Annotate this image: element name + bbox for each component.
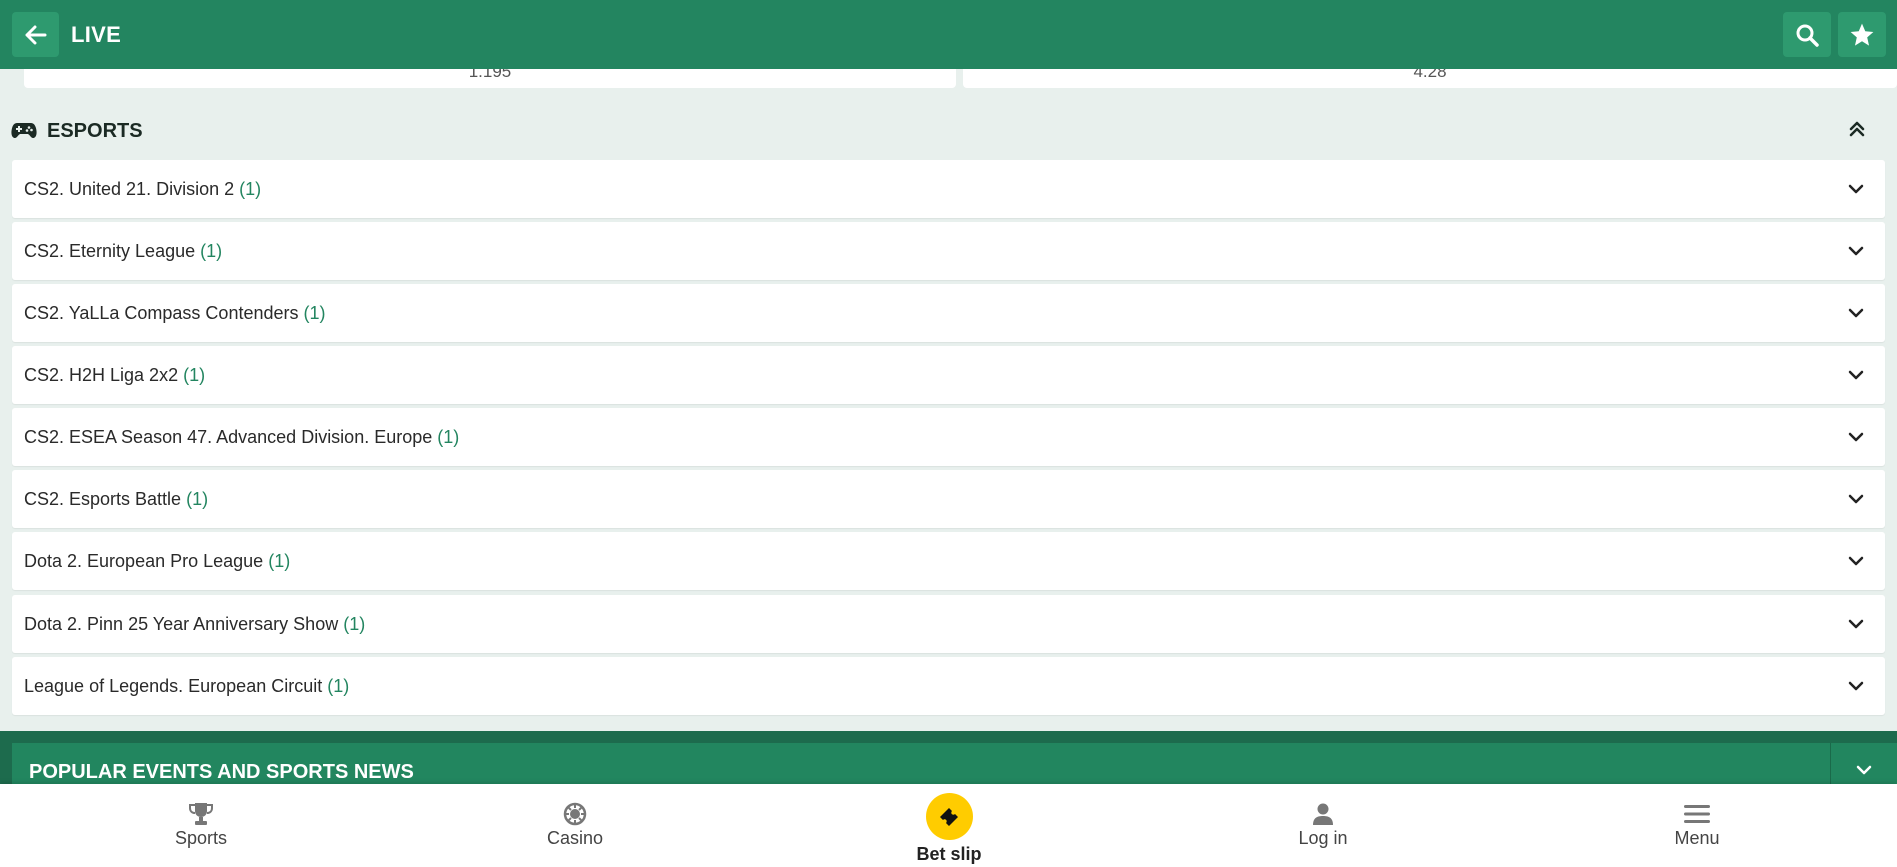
search-icon (1796, 24, 1819, 47)
favorites-button[interactable] (1838, 12, 1886, 57)
back-button[interactable] (12, 12, 59, 57)
event-count: (1) (200, 241, 223, 261)
nav-sports[interactable]: Sports (14, 784, 388, 867)
league-name: CS2. ESEA Season 47. Advanced Division. … (24, 427, 460, 447)
league-row[interactable]: CS2. Eternity League (1) (12, 222, 1885, 280)
league-row[interactable]: Dota 2. European Pro League (1) (12, 532, 1885, 590)
section-title: ESPORTS (47, 120, 143, 142)
league-name: Dota 2. European Pro League (1) (24, 551, 291, 571)
league-name: CS2. Eternity League (1) (24, 241, 223, 261)
search-button[interactable] (1783, 12, 1831, 57)
ticket-icon (940, 807, 958, 826)
league-row[interactable]: CS2. ESEA Season 47. Advanced Division. … (12, 408, 1885, 466)
nav-label: Sports (174, 828, 228, 848)
nav-login[interactable]: Log in (1136, 784, 1510, 867)
betslip-badge (925, 793, 973, 840)
trophy-icon (189, 803, 213, 825)
event-count: (1) (239, 179, 262, 199)
nav-casino[interactable]: Casino (388, 784, 762, 867)
league-row[interactable]: Dota 2. Pinn 25 Year Anniversary Show (1… (12, 595, 1885, 653)
gamepad-icon (11, 123, 37, 138)
double-chevron-up-icon[interactable] (1848, 120, 1866, 138)
chevron-down-icon (1848, 681, 1864, 691)
esports-section-header[interactable]: ESPORTS (0, 112, 1897, 150)
user-icon (1313, 803, 1333, 825)
chevron-down-icon (1848, 556, 1864, 566)
chevron-down-icon (1848, 494, 1864, 504)
chevron-down-icon (1848, 432, 1864, 442)
league-row[interactable]: CS2. United 21. Division 2 (1) (12, 160, 1885, 218)
casino-chip-icon (563, 802, 587, 826)
popular-events-title: POPULAR EVENTS AND SPORTS NEWS (29, 761, 414, 783)
chevron-down-icon (1848, 308, 1864, 318)
league-name: Dota 2. Pinn 25 Year Anniversary Show (1… (24, 614, 366, 634)
league-name: CS2. H2H Liga 2x2 (1) (24, 365, 206, 385)
event-count: (1) (327, 676, 350, 696)
chevron-down-icon (1848, 184, 1864, 194)
event-count: (1) (343, 614, 366, 634)
nav-betslip[interactable]: Bet slip (762, 784, 1136, 867)
nav-label: Log in (1298, 828, 1348, 848)
league-name: League of Legends. European Circuit (1) (24, 676, 350, 696)
star-icon (1850, 23, 1874, 46)
league-name: CS2. United 21. Division 2 (1) (24, 179, 262, 199)
league-name: CS2. YaLLa Compass Contenders (1) (24, 303, 326, 323)
event-count: (1) (303, 303, 326, 323)
nav-menu[interactable]: Menu (1510, 784, 1884, 867)
event-count: (1) (437, 427, 460, 447)
league-row[interactable]: CS2. YaLLa Compass Contenders (1) (12, 284, 1885, 342)
hamburger-icon (1684, 805, 1710, 823)
nav-label: Bet slip (916, 844, 982, 864)
chevron-down-icon (1848, 619, 1864, 629)
chevron-down-icon[interactable] (1855, 761, 1873, 779)
top-bar: LIVE (0, 0, 1897, 69)
page-title: LIVE (71, 22, 122, 47)
popular-events-section: POPULAR EVENTS AND SPORTS NEWS (0, 731, 1897, 803)
nav-label: Casino (546, 828, 604, 848)
league-row[interactable]: CS2. Esports Battle (1) (12, 470, 1885, 528)
nav-label: Menu (1674, 828, 1720, 848)
bottom-navigation: Sports Casino Bet slip Log in Menu (0, 784, 1897, 867)
league-row[interactable]: League of Legends. European Circuit (1) (12, 657, 1885, 715)
league-row[interactable]: CS2. H2H Liga 2x2 (1) (12, 346, 1885, 404)
arrow-left-icon (25, 25, 46, 44)
chevron-down-icon (1848, 246, 1864, 256)
event-count: (1) (183, 365, 206, 385)
league-name: CS2. Esports Battle (1) (24, 489, 209, 509)
chevron-down-icon (1848, 370, 1864, 380)
event-count: (1) (268, 551, 291, 571)
event-count: (1) (186, 489, 209, 509)
